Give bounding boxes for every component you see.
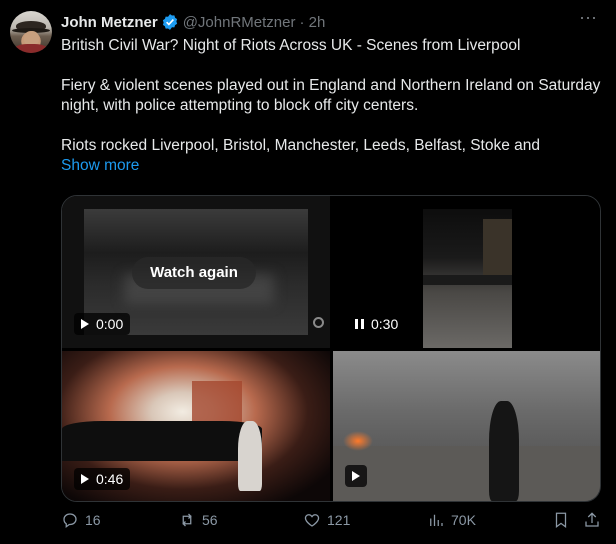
play-icon[interactable] xyxy=(81,319,89,329)
repost-count: 56 xyxy=(202,512,218,528)
video-settings-icon[interactable] xyxy=(313,317,324,328)
action-bar: 16 56 121 70K xyxy=(61,511,611,535)
video-timestamp: 0:30 xyxy=(348,313,406,335)
media-grid: Watch again 0:00 0:30 0:46 xyxy=(61,195,601,502)
show-more-link[interactable]: Show more xyxy=(61,156,601,176)
watch-again-button[interactable]: Watch again xyxy=(132,257,256,289)
repost-button[interactable]: 56 xyxy=(178,511,218,529)
pause-icon[interactable] xyxy=(355,319,364,329)
author-handle[interactable]: @JohnRMetzner xyxy=(183,14,296,31)
play-button[interactable] xyxy=(345,465,367,487)
reply-icon xyxy=(63,513,77,529)
tweet-paragraph: Riots rocked Liverpool, Bristol, Manches… xyxy=(61,137,541,154)
play-icon[interactable] xyxy=(81,474,89,484)
reply-count: 16 xyxy=(85,512,101,528)
tweet-text: British Civil War? Night of Riots Across… xyxy=(61,36,601,176)
tweet-header: John Metzner @JohnRMetzner · 2h xyxy=(61,13,325,31)
video-thumbnail-3[interactable]: 0:46 xyxy=(62,351,330,501)
bookmark-button[interactable] xyxy=(552,511,570,529)
video-thumbnail-2[interactable]: 0:30 xyxy=(333,196,600,348)
views-count: 70K xyxy=(451,512,476,528)
video-timestamp: 0:00 xyxy=(74,313,131,335)
author-name[interactable]: John Metzner xyxy=(61,14,158,31)
reply-button[interactable]: 16 xyxy=(61,511,101,529)
bookmark-icon xyxy=(555,512,567,529)
views-chart-icon xyxy=(430,514,443,526)
play-icon[interactable] xyxy=(352,471,360,481)
like-count: 121 xyxy=(327,512,351,528)
tweet-paragraph: British Civil War? Night of Riots Across… xyxy=(61,37,521,54)
video-thumbnail-4[interactable] xyxy=(333,351,600,501)
share-icon xyxy=(585,512,599,527)
tweet-paragraph: Fiery & violent scenes played out in Eng… xyxy=(61,77,601,114)
video-thumbnail-1[interactable]: Watch again 0:00 xyxy=(62,196,330,348)
heart-icon xyxy=(304,514,320,527)
more-options-icon[interactable]: ⋯ xyxy=(579,8,598,29)
views-button[interactable]: 70K xyxy=(427,511,476,529)
video-timestamp: 0:46 xyxy=(74,468,131,490)
repost-icon xyxy=(182,513,192,527)
timestamp[interactable]: · 2h xyxy=(299,14,325,31)
like-button[interactable]: 121 xyxy=(303,511,350,529)
verified-badge-icon xyxy=(162,14,177,30)
share-button[interactable] xyxy=(583,511,601,529)
avatar[interactable] xyxy=(10,11,52,53)
